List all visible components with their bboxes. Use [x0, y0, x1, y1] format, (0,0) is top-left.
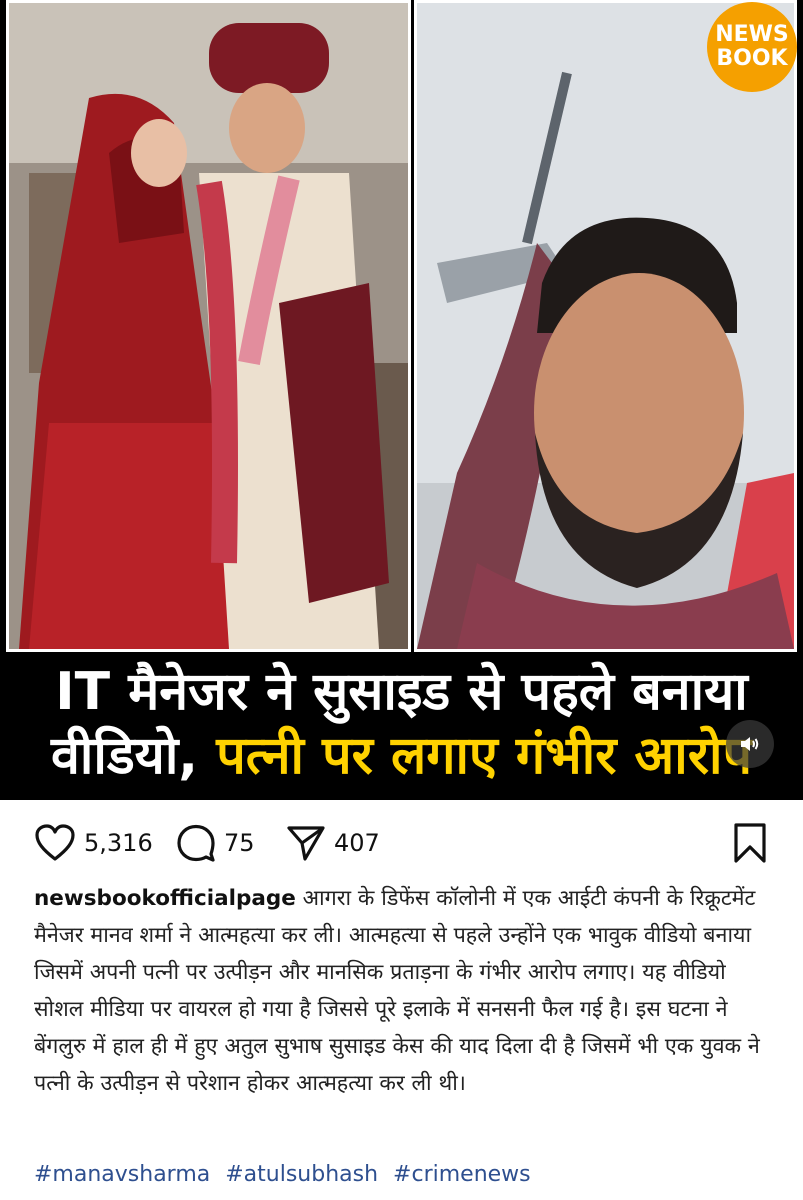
headline-white-part: वीडियो,	[51, 726, 199, 786]
hashtag-link[interactable]: #atulsubhash	[225, 1162, 378, 1187]
send-icon	[287, 826, 325, 861]
wedding-photo	[6, 0, 411, 652]
caption-text: आगरा के डिफेंस कॉलोनी में एक आईटी कंपनी …	[34, 886, 760, 1096]
comment-count: 75	[224, 829, 255, 857]
logo-line-2: BOOK	[716, 46, 788, 71]
caption-username[interactable]: newsbookofficialpage	[34, 886, 296, 911]
headline-line-1: IT मैनेजर ने सुसाइड से पहले बनाया	[55, 662, 748, 722]
heart-icon	[35, 824, 75, 861]
share-count: 407	[334, 829, 380, 857]
hashtag-list: #manavsharma #atulsubhash #crimenews	[34, 1162, 539, 1187]
headline-banner: IT मैनेजर ने सुसाइड से पहले बनाया वीडियो…	[0, 652, 803, 800]
share-button[interactable]: 407	[286, 818, 380, 868]
save-button[interactable]	[731, 818, 769, 868]
headline-line-2: वीडियो, पत्नी पर लगाए गंभीर आरोप	[0, 726, 803, 786]
like-button[interactable]: 5,316	[34, 818, 153, 868]
speaker-icon	[741, 737, 759, 751]
bookmark-icon	[734, 823, 766, 863]
sound-toggle-button[interactable]	[726, 720, 774, 768]
post-caption: newsbookofficialpage आगरा के डिफेंस कॉलो…	[34, 880, 779, 1102]
post-media[interactable]: NEWS BOOK IT मैनेजर ने सुसाइड से पहले बन…	[0, 0, 803, 800]
logo-line-1: NEWS	[715, 22, 789, 47]
hashtag-link[interactable]: #crimenews	[393, 1162, 531, 1187]
headline-yellow-part: पत्नी पर लगाए गंभीर आरोप	[216, 726, 752, 786]
like-count: 5,316	[84, 829, 153, 857]
comment-button[interactable]: 75	[176, 818, 255, 868]
selfie-illustration	[417, 3, 794, 649]
hashtag-link[interactable]: #manavsharma	[34, 1162, 210, 1187]
action-bar: 5,316 75 407	[0, 818, 803, 868]
man-selfie-photo	[414, 0, 797, 652]
newsbook-logo: NEWS BOOK	[707, 2, 797, 92]
comment-icon	[177, 824, 215, 862]
wedding-illustration	[9, 3, 408, 649]
